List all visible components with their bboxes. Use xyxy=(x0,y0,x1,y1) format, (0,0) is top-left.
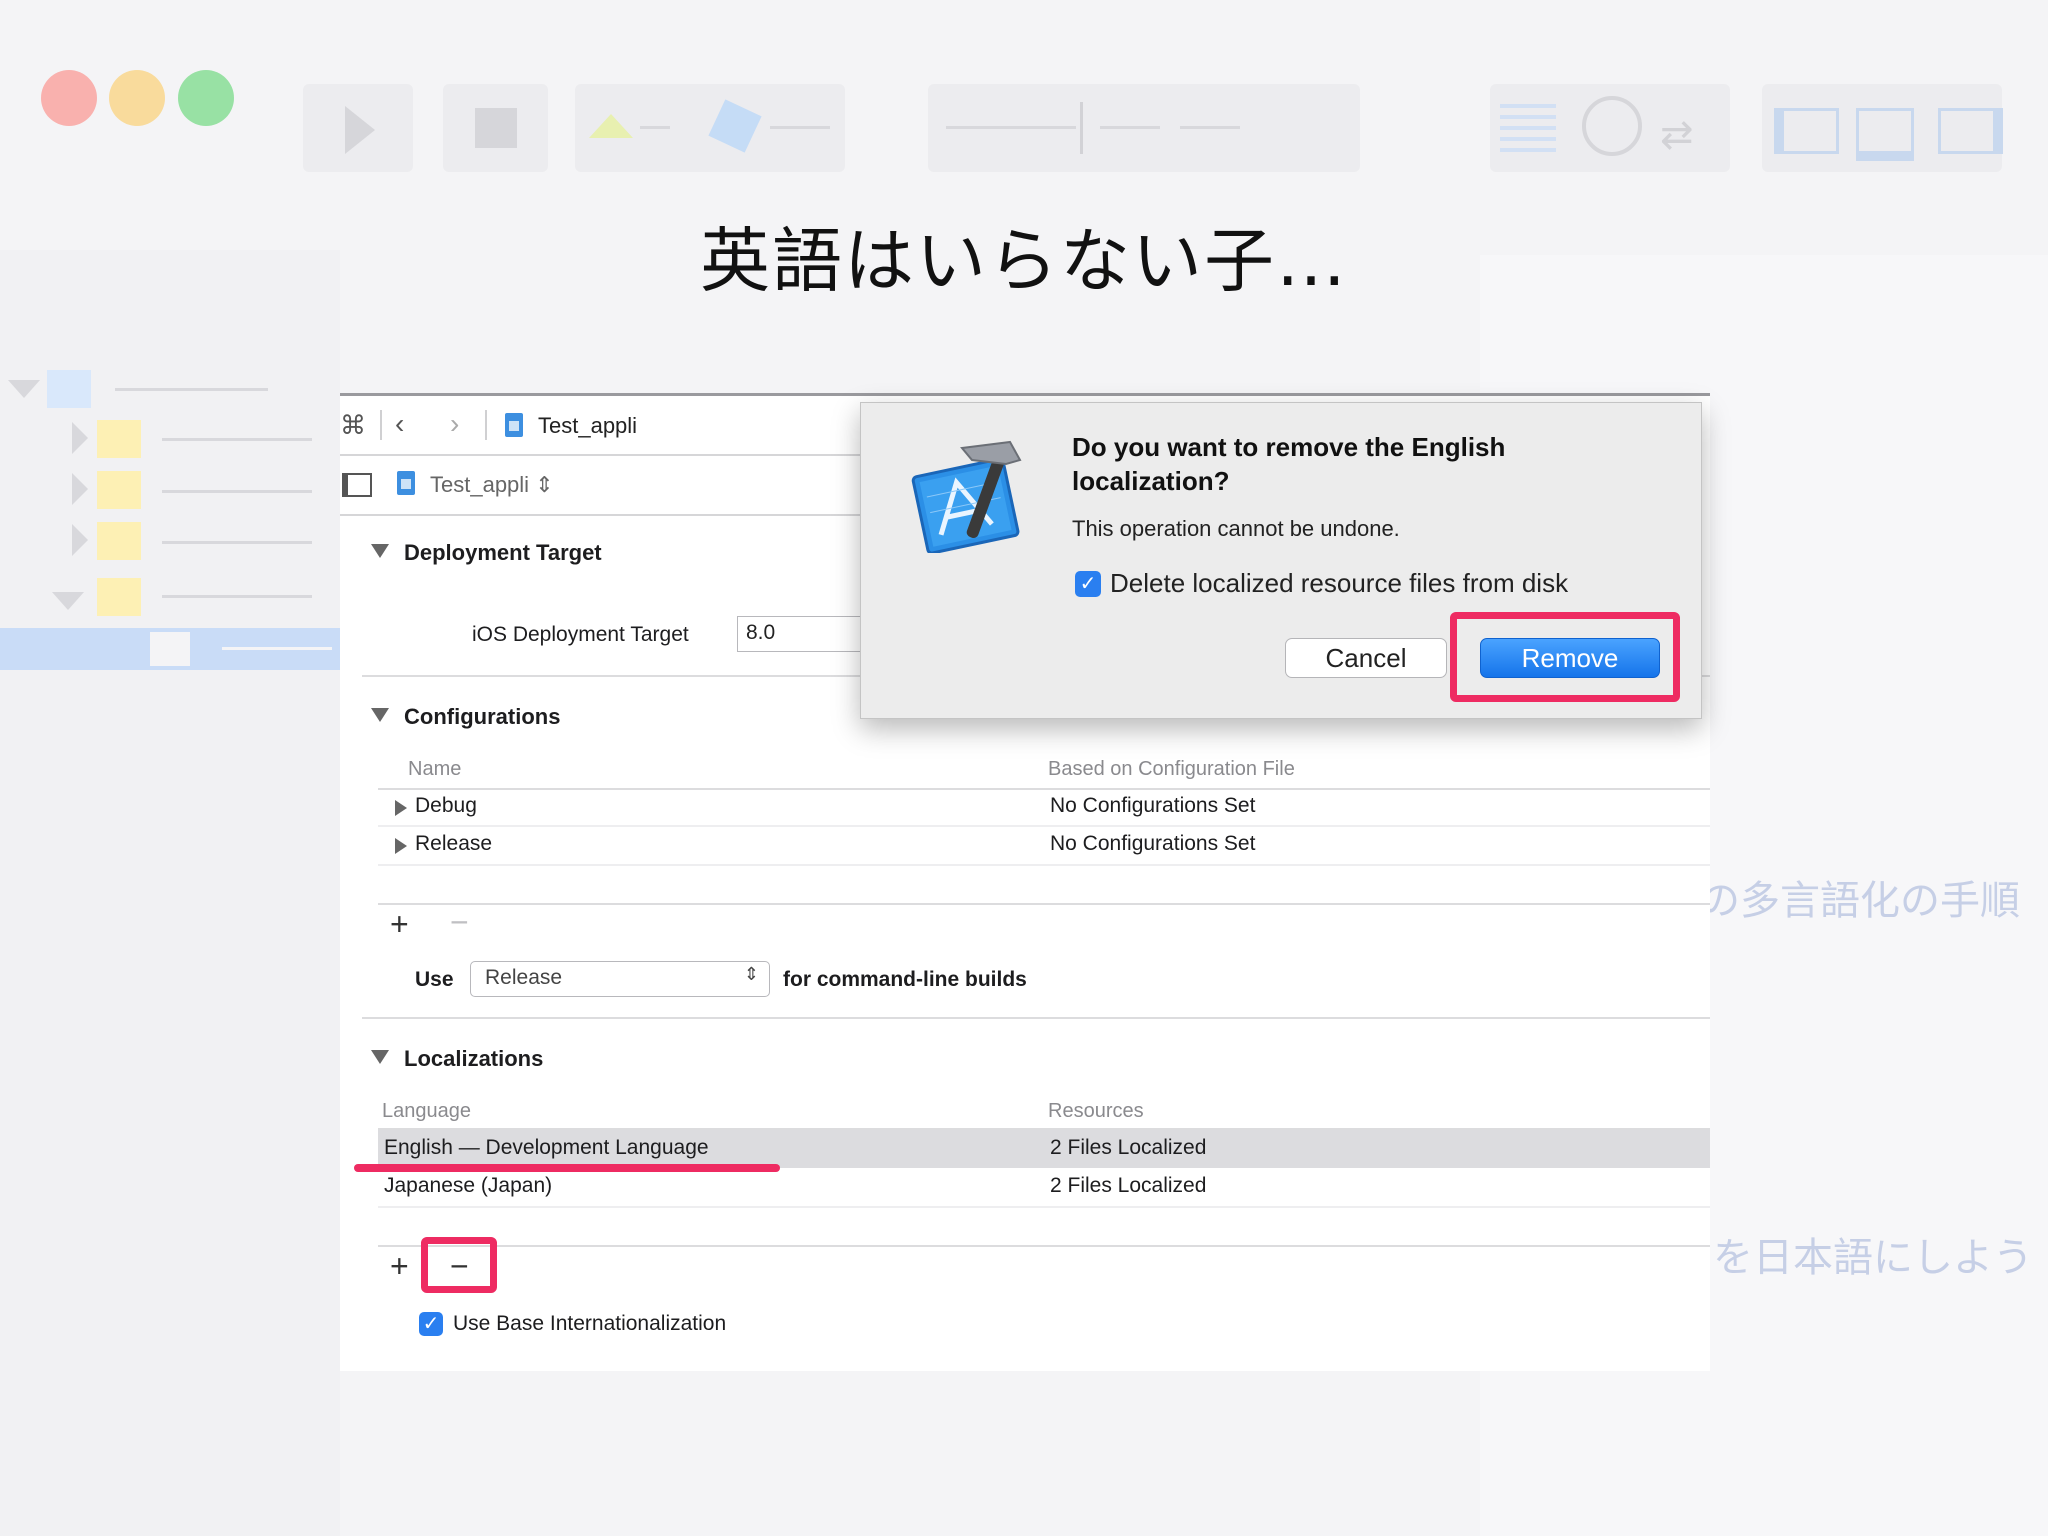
ios-deployment-label: iOS Deployment Target xyxy=(472,623,689,646)
version-editor-icon: ⇄ xyxy=(1660,113,1694,157)
config-column-name: Name xyxy=(408,758,462,780)
config-row-name[interactable]: Release xyxy=(415,832,492,856)
play-icon xyxy=(345,106,375,154)
target-bar: Test_appli ⇕ xyxy=(340,456,860,516)
project-file-icon xyxy=(505,413,523,437)
dialog-title-line2: localization? xyxy=(1072,466,1230,496)
editor-mode-ghost: ⇄ xyxy=(1490,84,1730,172)
loc-row-resources: 2 Files Localized xyxy=(1050,1174,1207,1197)
dialog-title-line1: Do you want to remove the English xyxy=(1072,432,1506,462)
base-i18n-checkbox[interactable]: ✓ xyxy=(419,1312,443,1336)
highlight-box-remove xyxy=(421,1237,497,1293)
ios-deployment-input[interactable]: 8.0 xyxy=(737,616,867,652)
config-row-value: No Configurations Set xyxy=(1050,832,1256,855)
jump-bar-file-name[interactable]: Test_appli xyxy=(538,413,637,439)
background-text: を日本語にしよう xyxy=(1713,1235,2033,1281)
activity-viewer-ghost xyxy=(928,84,1360,172)
target-selector-label: Test_appli xyxy=(430,472,530,497)
folder-icon-ghost xyxy=(97,420,141,458)
highlight-box-remove-button xyxy=(1450,612,1680,702)
delete-files-checkbox[interactable]: ✓ xyxy=(1075,571,1101,597)
back-chevron-icon[interactable]: ‹ xyxy=(395,408,404,440)
deployment-header: Deployment Target xyxy=(404,540,602,565)
localizations-disclosure-icon[interactable] xyxy=(371,1050,389,1064)
target-selector[interactable]: Test_appli ⇕ xyxy=(430,472,554,498)
xcode-app-icon xyxy=(911,440,1022,553)
configurations-header: Configurations xyxy=(404,704,561,729)
project-icon-ghost xyxy=(47,370,91,408)
deployment-disclosure-icon[interactable] xyxy=(371,544,389,558)
config-row-name[interactable]: Debug xyxy=(415,794,477,818)
command-line-suffix: for command-line builds xyxy=(783,968,1027,991)
background-sidebar xyxy=(0,250,340,1536)
use-label: Use xyxy=(415,968,454,991)
config-row-value: No Configurations Set xyxy=(1050,794,1256,817)
command-line-config-value: Release xyxy=(485,966,563,989)
add-localization-button[interactable]: + xyxy=(390,1250,409,1282)
debug-toggle-icon xyxy=(1856,108,1914,161)
minimize-window-dot xyxy=(109,70,165,126)
loc-row-language[interactable]: Japanese (Japan) xyxy=(384,1174,552,1198)
loc-row-language[interactable]: English — Development Language xyxy=(384,1136,709,1160)
background-text: の多言語化の手順 xyxy=(1700,878,2020,924)
updown-chevron-icon: ⇕ xyxy=(535,472,554,497)
target-file-icon xyxy=(397,471,415,495)
folder-icon-ghost xyxy=(97,522,141,560)
related-items-icon[interactable]: ⌘ xyxy=(340,410,366,441)
stop-icon xyxy=(475,108,517,148)
navigator-toggle-icon xyxy=(1774,108,1839,154)
dialog-message: This operation cannot be undone. xyxy=(1072,516,1400,541)
scheme-icon xyxy=(589,114,633,138)
file-icon-ghost xyxy=(150,632,190,666)
loc-column-language: Language xyxy=(382,1100,471,1122)
folder-icon-ghost xyxy=(97,471,141,509)
close-window-dot xyxy=(41,70,97,126)
config-column-based-on: Based on Configuration File xyxy=(1048,758,1295,780)
updown-chevron-icon: ⇕ xyxy=(743,964,759,984)
forward-chevron-icon[interactable]: › xyxy=(450,408,459,440)
assistant-editor-icon xyxy=(1582,96,1642,156)
base-i18n-label: Use Base Internationalization xyxy=(453,1312,727,1335)
selected-row-ghost xyxy=(0,628,340,670)
stop-button-ghost xyxy=(443,84,548,172)
scheme-selector-ghost xyxy=(575,84,845,172)
folder-icon-ghost xyxy=(97,578,141,616)
device-icon xyxy=(708,99,762,153)
zoom-window-dot xyxy=(178,70,234,126)
release-disclosure-icon[interactable] xyxy=(395,838,407,854)
run-button-ghost xyxy=(303,84,413,172)
delete-files-label: Delete localized resource files from dis… xyxy=(1110,568,1569,598)
jump-bar: ⌘ ‹ › Test_appli xyxy=(340,396,860,456)
remove-configuration-button[interactable]: − xyxy=(450,906,469,938)
configurations-disclosure-icon[interactable] xyxy=(371,708,389,722)
localizations-header: Localizations xyxy=(404,1046,544,1071)
debug-disclosure-icon[interactable] xyxy=(395,800,407,816)
loc-column-resources: Resources xyxy=(1048,1100,1144,1122)
highlight-underline xyxy=(354,1164,780,1172)
add-configuration-button[interactable]: + xyxy=(390,908,409,940)
slide-title: 英語はいらない子… xyxy=(700,220,1348,302)
utilities-toggle-icon xyxy=(1938,108,2003,154)
standard-editor-icon xyxy=(1500,104,1556,154)
cancel-button[interactable]: Cancel xyxy=(1285,638,1447,678)
loc-row-resources: 2 Files Localized xyxy=(1050,1136,1207,1159)
hide-project-list-icon[interactable] xyxy=(342,473,372,497)
command-line-config-select[interactable]: Release ⇕ xyxy=(470,961,770,997)
view-toggles-ghost xyxy=(1762,84,2003,172)
